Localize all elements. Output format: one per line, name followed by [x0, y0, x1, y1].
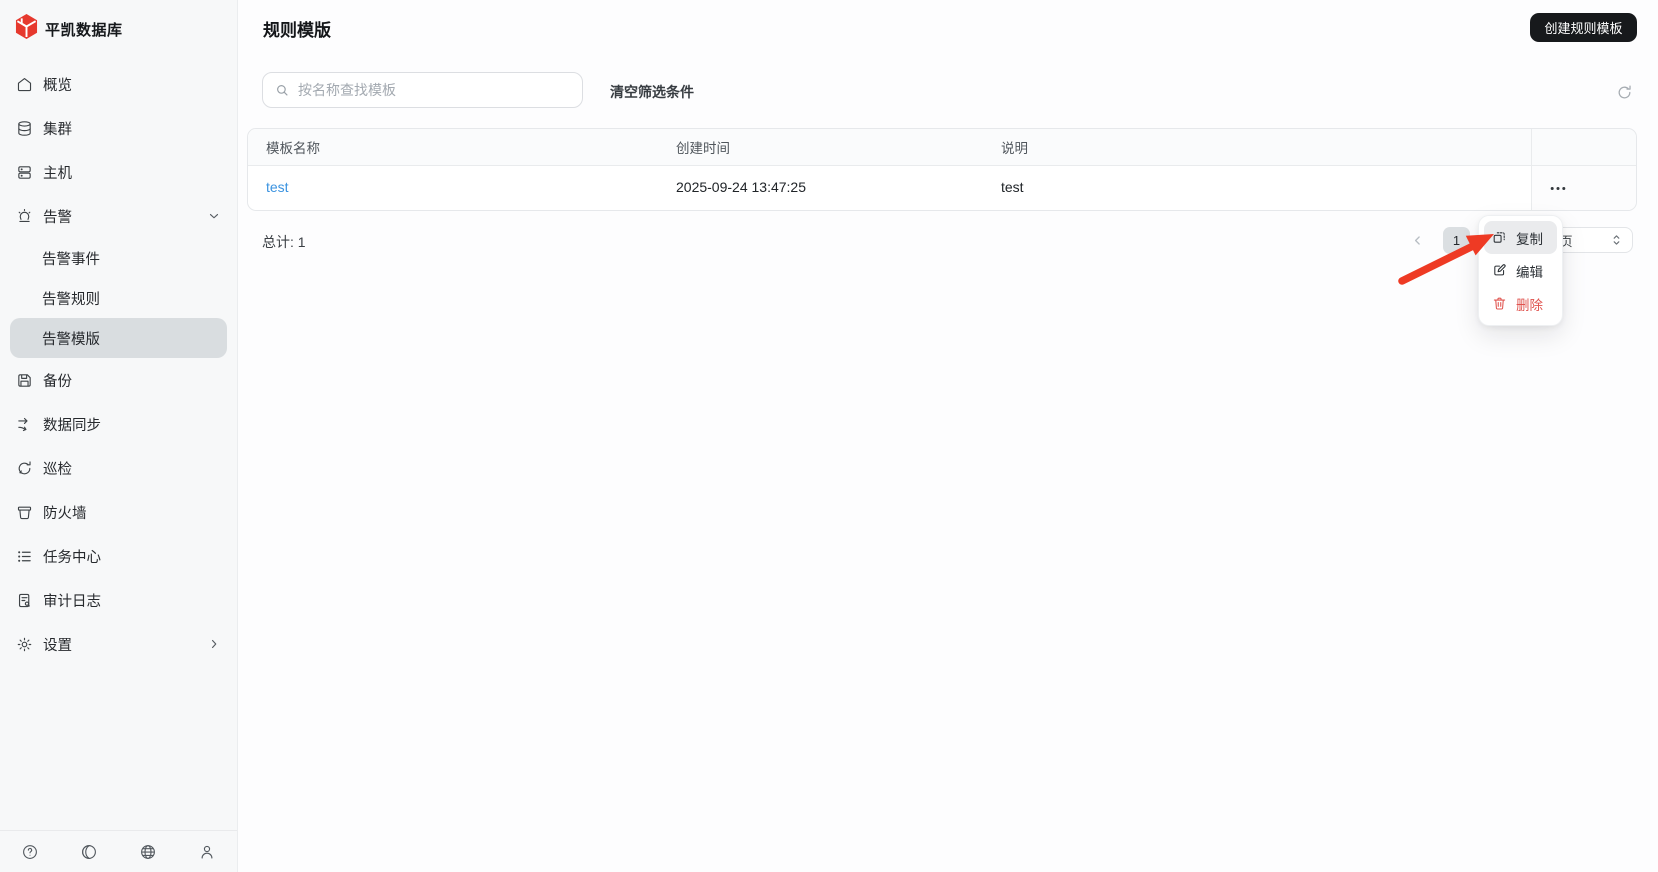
created-at-value: 2025-09-24 13:47:25 — [676, 179, 806, 195]
ellipsis-icon — [1550, 186, 1566, 190]
column-header-description: 说明 — [1001, 141, 1028, 156]
user-icon[interactable] — [196, 841, 218, 863]
previous-page-button[interactable] — [1406, 229, 1428, 251]
sidebar-item-label: 告警事件 — [42, 251, 100, 268]
audit-doc-icon — [18, 593, 30, 607]
task-list-icon — [18, 550, 31, 562]
sidebar-nav: 概览 集群 主机 告警 告警事件 告警规则 告警模版 备份 数据同步 巡检 防火… — [10, 62, 227, 666]
sidebar-item-alert-events[interactable]: 告警事件 — [10, 238, 227, 278]
gear-icon — [17, 637, 32, 651]
sidebar-item-alert-templates[interactable]: 告警模版 — [10, 318, 227, 358]
sidebar-item-label: 告警 — [43, 209, 72, 226]
sidebar-item-task-center[interactable]: 任务中心 — [10, 534, 227, 578]
help-icon[interactable] — [19, 841, 41, 863]
sync-arrows-icon — [18, 417, 28, 431]
menu-item-label: 复制 — [1516, 231, 1543, 247]
brand-logo-icon — [15, 14, 38, 44]
sidebar-item-label: 巡检 — [43, 461, 72, 478]
menu-item-copy[interactable]: 复制 — [1484, 221, 1557, 254]
firewall-icon — [17, 506, 32, 519]
database-icon — [18, 120, 31, 136]
server-icon — [18, 165, 31, 179]
sidebar-item-audit-logs[interactable]: 审计日志 — [10, 578, 227, 622]
chevron-left-icon — [1414, 235, 1420, 245]
sidebar-item-label: 防火墙 — [43, 505, 87, 522]
home-icon — [17, 77, 32, 91]
brand-name: 平凯数据库 — [45, 21, 123, 39]
cycle-icon — [18, 460, 31, 474]
brand-logo: 平凯数据库 — [15, 14, 123, 44]
column-header-created: 创建时间 — [676, 141, 730, 156]
sidebar: 平凯数据库 概览 集群 主机 告警 告警事件 告警规则 告警模版 备份 数据同步… — [0, 0, 238, 872]
refresh-icon — [1618, 84, 1631, 98]
globe-icon[interactable] — [137, 841, 159, 863]
chevron-down-icon — [209, 213, 219, 219]
create-rule-template-button[interactable]: 创建规则模板 — [1530, 13, 1637, 42]
sidebar-item-clusters[interactable]: 集群 — [10, 106, 227, 150]
copy-icon — [1493, 232, 1505, 243]
menu-item-label: 编辑 — [1516, 264, 1543, 280]
page-number-button[interactable]: 1 — [1443, 227, 1470, 254]
sidebar-item-label: 设置 — [43, 637, 72, 654]
theme-icon[interactable] — [78, 841, 100, 863]
sidebar-item-label: 审计日志 — [43, 593, 101, 610]
sidebar-item-alert-rules[interactable]: 告警规则 — [10, 278, 227, 318]
total-count-label: 总计: 1 — [262, 234, 306, 250]
sidebar-item-label: 概览 — [43, 77, 72, 94]
column-header-name: 模板名称 — [266, 141, 320, 156]
column-header-actions — [1531, 129, 1636, 165]
search-input[interactable] — [298, 82, 570, 98]
sidebar-item-label: 集群 — [43, 121, 72, 138]
search-box — [262, 72, 583, 108]
menu-item-delete[interactable]: 删除 — [1484, 287, 1557, 320]
refresh-button[interactable] — [1612, 80, 1636, 104]
sidebar-item-inspection[interactable]: 巡检 — [10, 446, 227, 490]
search-icon — [277, 85, 288, 96]
trash-icon — [1493, 297, 1506, 310]
stepper-icon — [1613, 235, 1620, 245]
sidebar-item-data-sync[interactable]: 数据同步 — [10, 402, 227, 446]
sidebar-item-label: 备份 — [43, 373, 72, 390]
table-row: test 2025-09-24 13:47:25 test — [248, 166, 1636, 210]
page-title: 规则模版 — [263, 21, 331, 40]
app-root: 平凯数据库 概览 集群 主机 告警 告警事件 告警规则 告警模版 备份 数据同步… — [0, 0, 1658, 872]
sidebar-item-backup[interactable]: 备份 — [10, 358, 227, 402]
floppy-icon — [18, 373, 31, 387]
edit-icon — [1494, 264, 1506, 276]
sidebar-item-label: 任务中心 — [43, 549, 101, 566]
sidebar-item-label: 数据同步 — [43, 417, 101, 434]
chevron-right-icon — [211, 639, 217, 649]
sidebar-item-alerts[interactable]: 告警 — [10, 194, 227, 238]
sidebar-item-overview[interactable]: 概览 — [10, 62, 227, 106]
alarm-icon — [18, 208, 31, 222]
sidebar-item-label: 告警模版 — [42, 331, 100, 348]
sidebar-footer — [0, 830, 237, 872]
description-value: test — [1001, 179, 1024, 195]
row-more-actions-button[interactable] — [1548, 182, 1568, 195]
row-actions-menu: 复制 编辑 删除 — [1478, 215, 1563, 326]
sidebar-item-hosts[interactable]: 主机 — [10, 150, 227, 194]
menu-item-label: 删除 — [1516, 297, 1543, 313]
sidebar-item-label: 告警规则 — [42, 291, 100, 308]
clear-filters-button[interactable]: 清空筛选条件 — [610, 82, 694, 102]
sidebar-item-label: 主机 — [43, 165, 72, 182]
sidebar-item-firewall[interactable]: 防火墙 — [10, 490, 227, 534]
templates-table: 模板名称 创建时间 说明 test 2025-09-24 13:47:25 te… — [247, 128, 1637, 211]
template-name-link[interactable]: test — [266, 179, 289, 195]
menu-item-edit[interactable]: 编辑 — [1484, 254, 1557, 287]
table-header-row: 模板名称 创建时间 说明 — [248, 129, 1636, 166]
sidebar-item-settings[interactable]: 设置 — [10, 622, 227, 666]
